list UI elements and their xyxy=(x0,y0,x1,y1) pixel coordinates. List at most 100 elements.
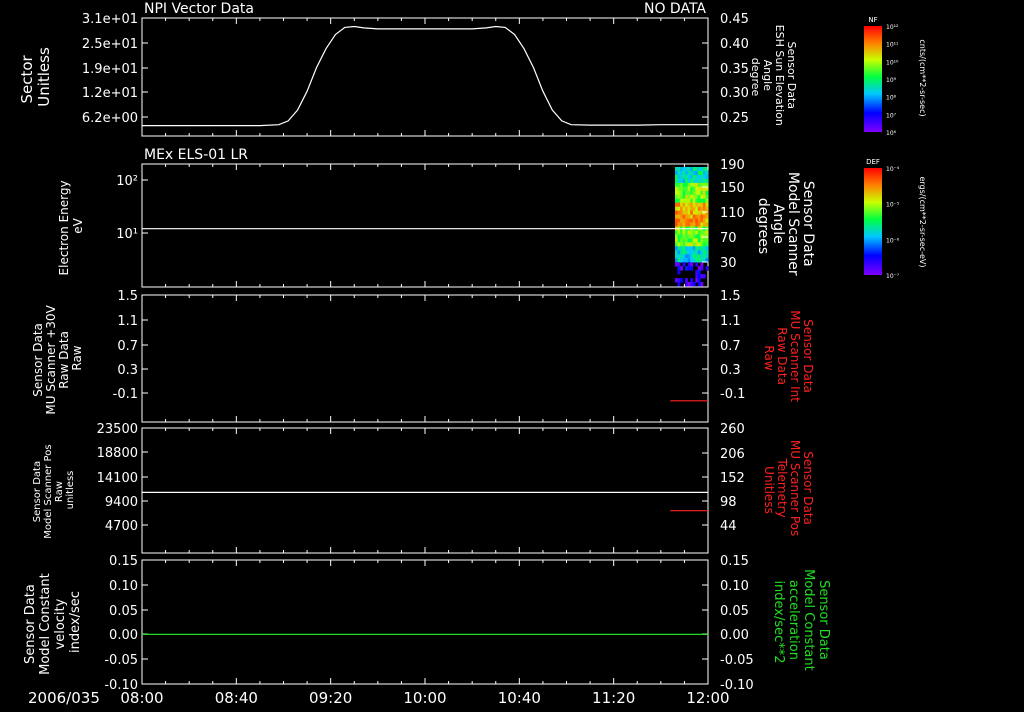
panel-frame xyxy=(141,559,709,685)
spectrogram-cell xyxy=(700,254,704,259)
series-line xyxy=(142,25,708,127)
spectrogram-cell xyxy=(700,202,704,208)
spectrogram-cell xyxy=(692,246,696,251)
spectrogram-cell xyxy=(677,178,681,184)
spectrogram-cell xyxy=(692,230,696,235)
spectrogram-cell xyxy=(690,222,694,227)
spectrogram-cell xyxy=(675,246,678,251)
spectrogram-cell xyxy=(695,178,699,184)
spectrogram-cell xyxy=(685,167,688,172)
colorbar-nf: NF 10¹² 10¹¹ 10¹⁰ 10⁹ 10⁸ 10⁷ 10⁶ cnts/(cm**2-… xyxy=(864,16,927,137)
spectrogram-cell xyxy=(687,202,691,208)
spectrogram-cell xyxy=(685,190,688,196)
colorbar-tick-label: 10⁻⁵ xyxy=(886,202,900,209)
spectrogram-cell xyxy=(677,250,681,255)
spectrogram-cell xyxy=(685,238,688,243)
spectrogram-cell xyxy=(682,186,686,192)
left-tick-label: 9400 xyxy=(105,495,138,510)
spectrogram-cell xyxy=(695,254,699,259)
spectrogram-cell xyxy=(695,171,699,176)
spectrogram-cell xyxy=(690,266,694,271)
spectrogram-cell xyxy=(702,242,706,247)
spectrogram-cell xyxy=(697,222,701,227)
left-tick-label: 18800 xyxy=(97,446,138,461)
spectrogram-cell xyxy=(700,174,704,180)
right-tick-label: 0.10 xyxy=(720,579,749,594)
spectrogram-cell xyxy=(685,174,688,180)
spectrogram-cell xyxy=(705,230,709,235)
spectrogram-cell xyxy=(687,178,691,184)
spectrogram-cell xyxy=(692,250,696,255)
spectrogram-cell xyxy=(680,171,683,176)
panel-title-right: NO DATA xyxy=(644,1,706,17)
left-tick-label: 0.10 xyxy=(109,579,138,594)
spectrogram-cell xyxy=(697,218,701,223)
spectrogram-cell xyxy=(687,186,691,192)
spectrogram-cell xyxy=(695,182,699,188)
panel-els-spectrogram: MEx ELS-01 LR 10² 10¹ 190 150 110 70 30 Electr… xyxy=(57,147,816,288)
colorbar-gradient xyxy=(864,168,882,275)
spectrogram-cell xyxy=(700,230,704,235)
spectrogram-cell xyxy=(685,182,688,188)
spectrogram-cell xyxy=(695,278,699,283)
right-tick-label: 0.05 xyxy=(720,604,749,619)
right-tick-label: 0.15 xyxy=(720,554,749,569)
spectrogram-cell xyxy=(682,178,686,184)
left-tick-label: 0.15 xyxy=(109,554,138,569)
right-tick-label: 0.7 xyxy=(720,339,741,354)
panel-frame xyxy=(141,17,709,137)
spectrogram-cell xyxy=(690,246,694,251)
spectrogram-cell xyxy=(705,246,709,251)
x-tick-label: 08:40 xyxy=(215,689,258,707)
spectrogram-cell xyxy=(700,218,704,223)
spectrogram-cell xyxy=(700,246,704,251)
spectrogram-cell xyxy=(695,270,699,275)
left-tick-label: -0.1 xyxy=(113,387,138,402)
left-tick-label: 10¹ xyxy=(116,227,138,242)
spectrogram-cell xyxy=(682,258,686,263)
spectrogram-cell xyxy=(697,282,701,287)
spectrogram-cell xyxy=(700,178,704,184)
x-tick-label: 08:00 xyxy=(120,689,163,707)
spectrogram-cell xyxy=(702,230,706,235)
spectrogram-cell xyxy=(695,274,699,279)
spectrogram-cell xyxy=(675,242,678,247)
ylabel-right: Sensor Data ESH Sun Elevation Angle degr… xyxy=(749,25,798,130)
colorbar-tick-label: 10⁻⁴ xyxy=(886,166,900,173)
spectrogram-cell xyxy=(692,254,696,259)
spectrogram-cell xyxy=(677,278,681,283)
spectrogram-cell xyxy=(705,202,709,208)
spectrogram-cell xyxy=(697,246,701,251)
spectrogram-cell xyxy=(705,174,709,180)
spectrogram-cell xyxy=(675,238,678,243)
spectrogram-cell xyxy=(687,174,691,180)
spectrogram-cell xyxy=(677,266,681,271)
ylabel-right: Sensor Data Model Scanner Angle degrees xyxy=(755,172,816,280)
spectrogram-cell xyxy=(680,222,683,227)
spectrogram-cell xyxy=(685,171,688,176)
spectrogram-cell xyxy=(692,178,696,184)
spectrogram-cell xyxy=(675,167,678,172)
spectrogram-cell xyxy=(697,266,701,271)
spectrogram-cell xyxy=(692,214,696,219)
right-tick-label: -0.1 xyxy=(720,387,745,402)
spectrogram-cell xyxy=(705,266,709,271)
right-tick-label: 150 xyxy=(720,181,745,196)
spectrogram-cell xyxy=(677,230,681,235)
spectrogram-cell xyxy=(677,198,681,204)
left-tick-label: 0.05 xyxy=(109,604,138,619)
spectrogram-cell xyxy=(687,238,691,243)
spectrogram-cell xyxy=(695,222,699,227)
spectrogram-cell xyxy=(680,238,683,243)
right-tick-label: 190 xyxy=(720,158,745,173)
spectrogram-cell xyxy=(680,246,683,251)
spectrogram-cell xyxy=(680,178,683,184)
spectrogram-cell xyxy=(690,262,694,267)
spectrogram-cell xyxy=(705,254,709,259)
spectrogram-cell xyxy=(677,238,681,243)
spectrogram-cell xyxy=(690,234,694,239)
spectrogram-cell xyxy=(705,190,709,196)
spectrogram-cell xyxy=(705,218,709,223)
spectrogram-cell xyxy=(682,171,686,176)
spectrogram-cell xyxy=(705,194,709,200)
